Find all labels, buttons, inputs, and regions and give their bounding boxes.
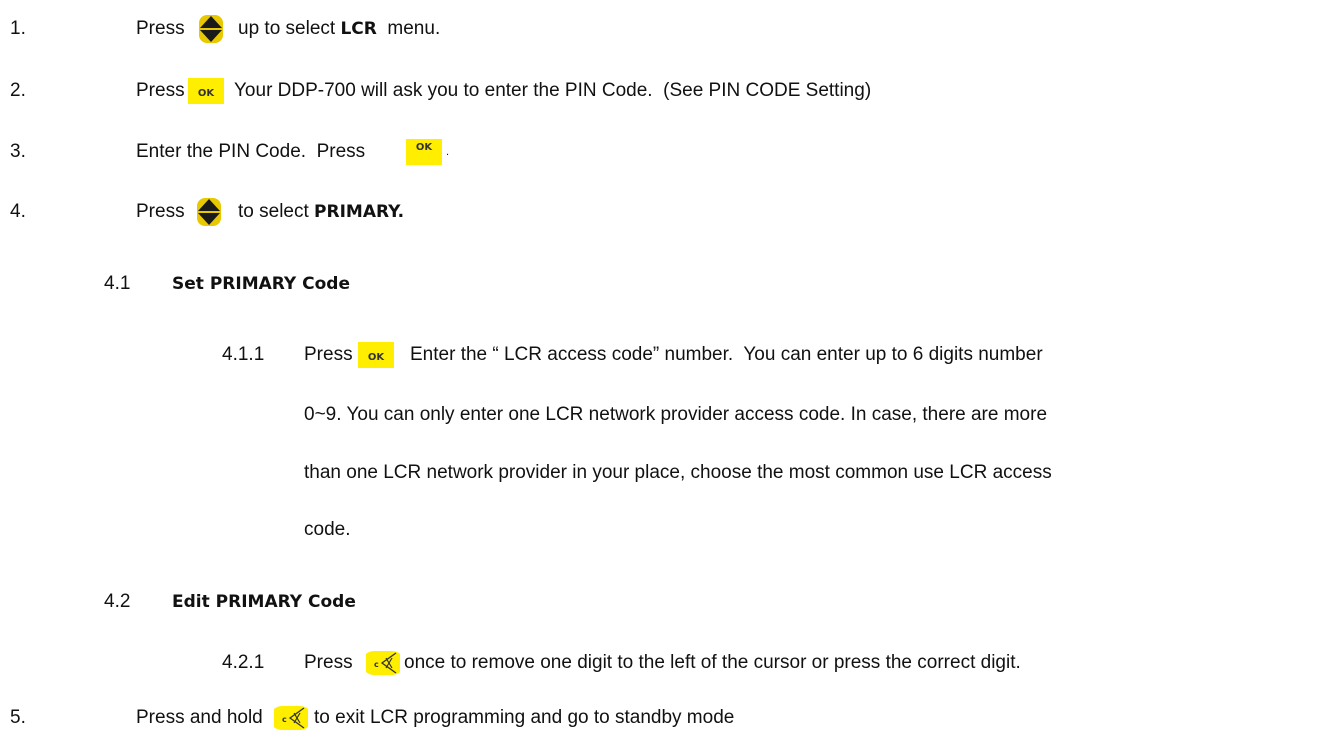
step-text: once to remove one digit to the left of …: [404, 652, 1021, 673]
step-text-continued: 0~9. You can only enter one LCR network …: [304, 404, 1048, 425]
step-text: Press: [304, 652, 353, 673]
step-text: Press and hold: [136, 707, 263, 728]
ok-key-icon: OK: [188, 78, 224, 104]
step-number: 5.: [10, 707, 26, 728]
svg-text:c: c: [282, 715, 287, 724]
step-text: Press: [136, 201, 185, 222]
up-down-arrow-icon: [197, 198, 221, 226]
step-text: Enter the PIN Code. Press: [136, 141, 366, 162]
step-number: 1.: [10, 18, 26, 39]
subsection-title: Set PRIMARY Code: [172, 274, 351, 294]
step-text-continued: than one LCR network provider in your pl…: [304, 462, 1052, 483]
step-text: Press: [304, 344, 353, 365]
step-number: 2.: [10, 80, 26, 101]
step-text: to exit LCR programming and go to standb…: [314, 707, 735, 728]
step-text-continued: code.: [304, 519, 351, 540]
step-text: up to select LCR menu.: [238, 18, 441, 39]
menu-name: PRIMARY.: [314, 202, 405, 222]
step-number: 4.: [10, 201, 26, 222]
clear-back-key-icon: c: [274, 706, 308, 730]
step-text: Enter the “ LCR access code” number. You…: [410, 344, 1043, 365]
step-text: Press: [136, 80, 185, 101]
ok-key-icon: OK: [358, 342, 394, 368]
ok-key-icon: OK: [406, 139, 442, 165]
step-number: 3.: [10, 141, 26, 162]
step-number: 4.2.1: [222, 652, 265, 673]
svg-text:c: c: [374, 660, 379, 669]
step-text: Press: [136, 18, 185, 39]
menu-name: LCR: [340, 19, 377, 39]
subsection-title: Edit PRIMARY Code: [172, 592, 356, 612]
step-text: Your DDP-700 will ask you to enter the P…: [234, 80, 872, 101]
subsection-number: 4.1: [104, 273, 131, 294]
step-text: .: [446, 146, 450, 158]
step-text: to select PRIMARY.: [238, 201, 405, 222]
subsection-number: 4.2: [104, 591, 131, 612]
clear-back-key-icon: c: [366, 651, 400, 675]
up-down-arrow-icon: [199, 15, 223, 43]
step-number: 4.1.1: [222, 344, 265, 365]
